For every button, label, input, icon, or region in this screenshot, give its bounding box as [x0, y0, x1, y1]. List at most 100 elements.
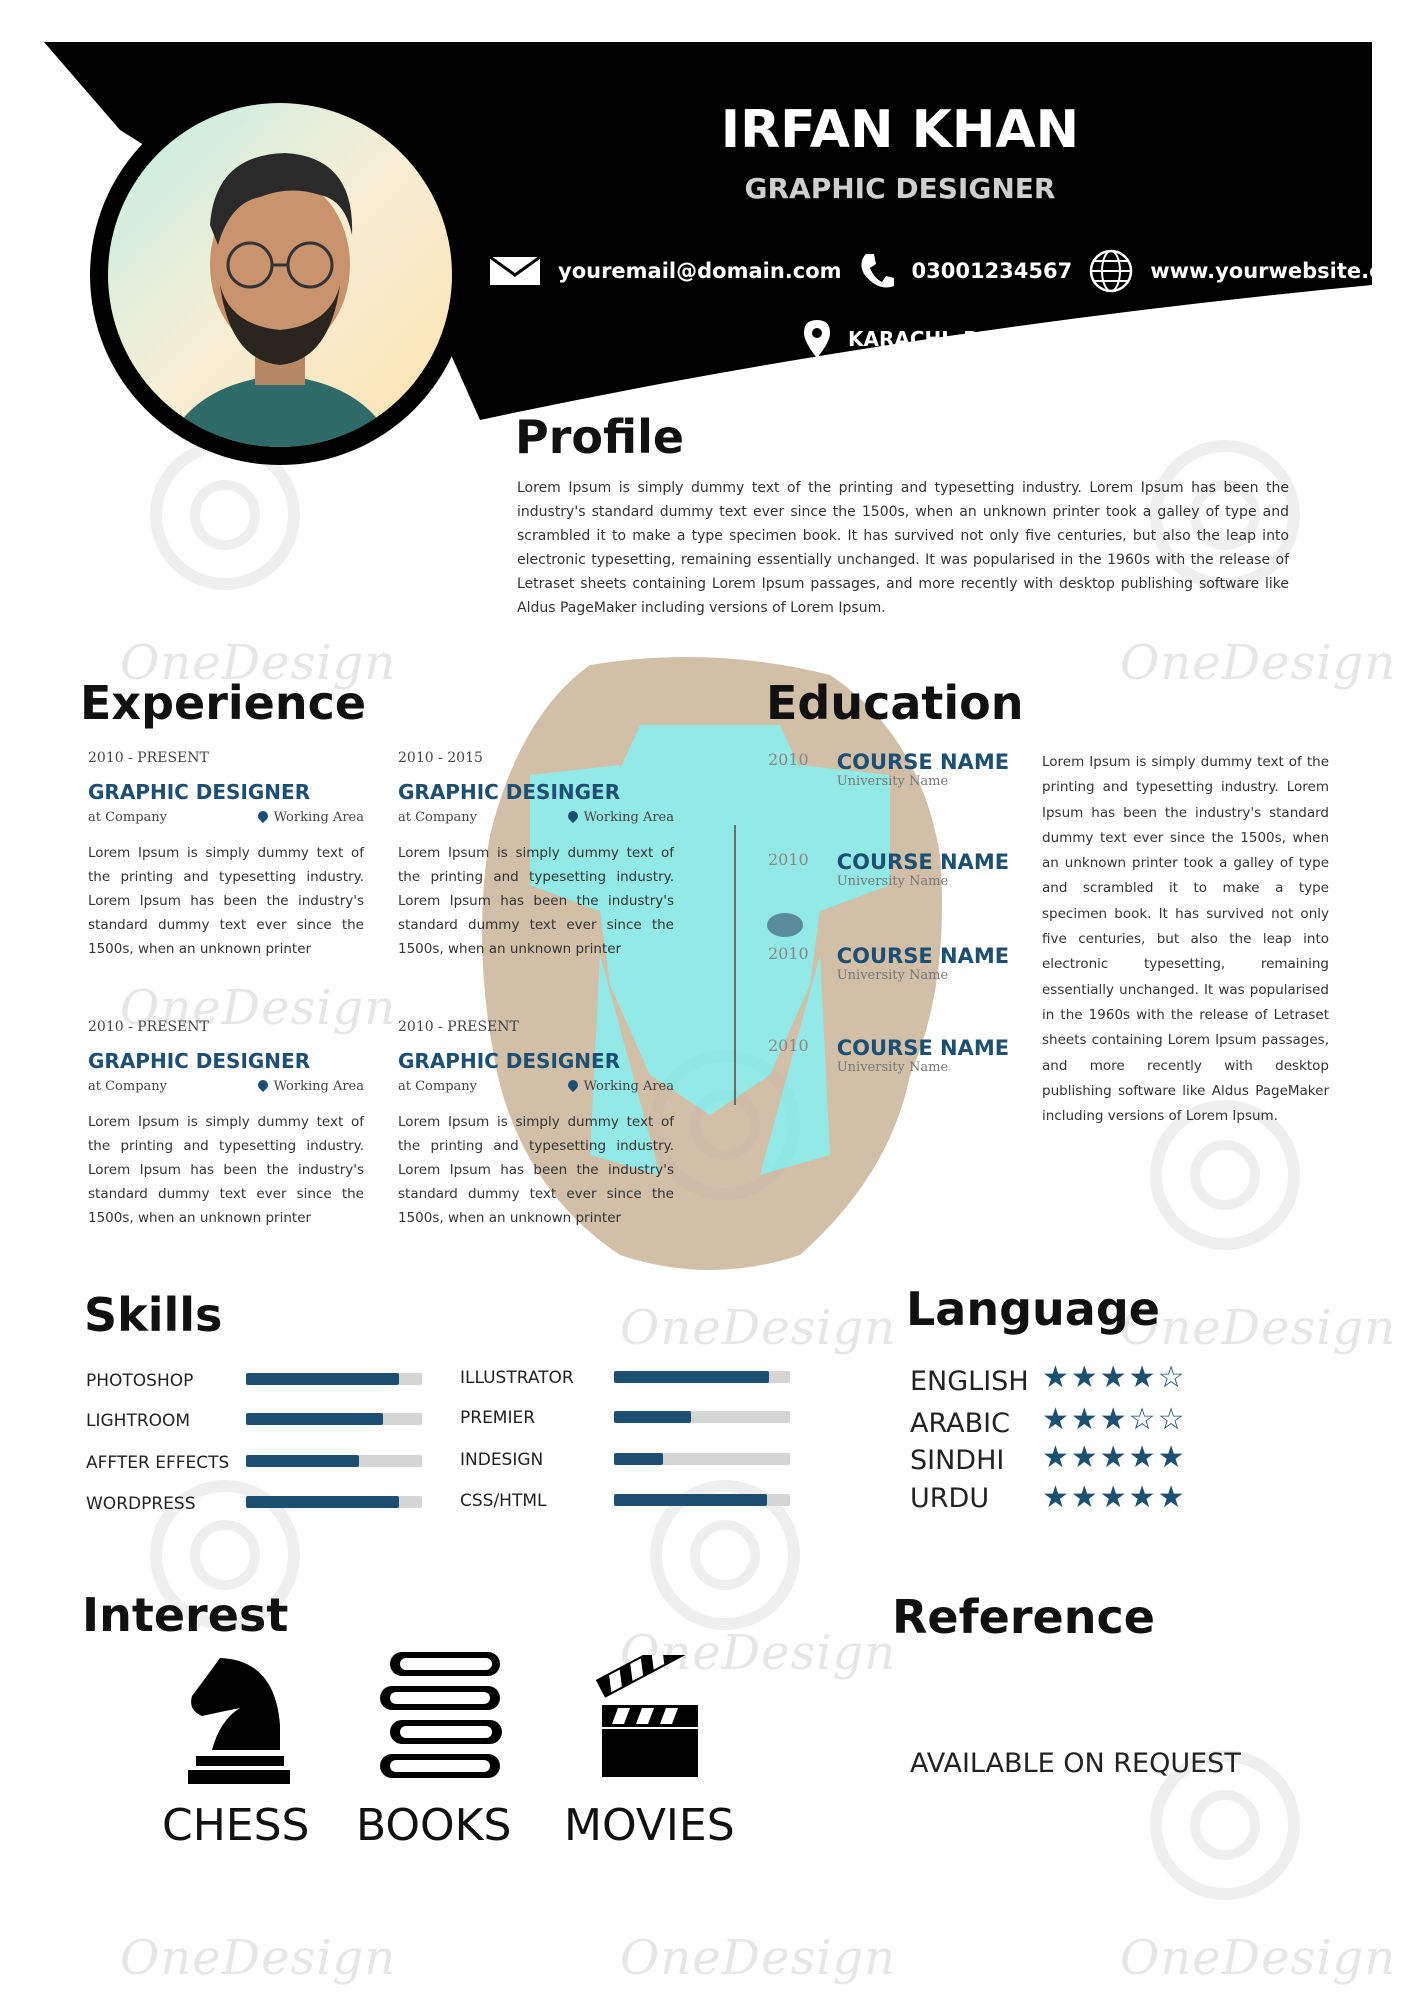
- website-text[interactable]: www.yourwebsite.com: [1150, 259, 1414, 283]
- job-meta: at Company Working Area: [398, 808, 674, 825]
- education-course: COURSE NAME: [836, 944, 1010, 968]
- watermark-text: OneDesign: [620, 1930, 897, 1986]
- education-year: 2010: [768, 850, 809, 869]
- job-company: at Company: [88, 810, 167, 825]
- skill-bar: [246, 1373, 422, 1385]
- job-area-text: Working Area: [273, 810, 364, 825]
- language-heading: Language: [906, 1282, 1160, 1336]
- education-item: 2010 COURSE NAME University Name: [768, 1036, 1009, 1075]
- job-title: GRAPHIC DESIGNER: [88, 1049, 311, 1073]
- skill-bar-fill: [614, 1371, 769, 1383]
- skill-bar-fill: [614, 1453, 664, 1465]
- interest-label: BOOKS: [356, 1800, 512, 1851]
- globe-icon: [1090, 249, 1133, 293]
- job-description: Lorem Ipsum is simply dummy text of the …: [88, 845, 364, 957]
- job-meta: at Company Working Area: [88, 808, 364, 825]
- skill-bar: [246, 1455, 422, 1467]
- job-area-text: Working Area: [583, 810, 674, 825]
- profile-heading: Profile: [515, 410, 685, 464]
- education-year: 2010: [768, 750, 809, 769]
- experience-item: 2010 - PRESENT GRAPHIC DESIGNER at Compa…: [88, 750, 364, 961]
- education-university: University Name: [836, 968, 949, 983]
- job-company: at Company: [88, 1079, 167, 1094]
- location-pin-icon: [565, 808, 580, 824]
- language-label: URDU: [910, 1483, 990, 1514]
- language-rating-stars: ★★★★★: [1042, 1480, 1187, 1515]
- skill-bar-fill: [614, 1411, 692, 1423]
- language-rating-stars: ★★★☆☆: [1042, 1402, 1187, 1437]
- job-area-text: Working Area: [273, 1079, 364, 1094]
- skill-label: WORDPRESS: [86, 1494, 196, 1514]
- phone-text[interactable]: 03001234567: [912, 259, 1073, 283]
- education-university: University Name: [836, 1060, 949, 1075]
- skill-label: PREMIER: [460, 1408, 536, 1428]
- job-date: 2010 - PRESENT: [88, 1019, 209, 1035]
- skill-bar: [614, 1371, 790, 1383]
- avatar: [90, 85, 470, 465]
- language-label: SINDHI: [910, 1445, 1005, 1476]
- education-item: 2010 COURSE NAME University Name: [768, 850, 1009, 889]
- job-description: Lorem Ipsum is simply dummy text of the …: [398, 1114, 674, 1226]
- books-icon: [380, 1652, 502, 1778]
- job-title: GRAPHIC DESINGER: [398, 780, 621, 804]
- location-pin-icon: [565, 1077, 580, 1093]
- location-pin-icon: [255, 808, 270, 824]
- profile-text: Lorem Ipsum is simply dummy text of the …: [517, 480, 1289, 616]
- job-company: at Company: [398, 810, 477, 825]
- education-item: 2010 COURSE NAME University Name: [768, 944, 1009, 983]
- skill-bar: [614, 1453, 790, 1465]
- reference-text: AVAILABLE ON REQUEST: [910, 1748, 1241, 1779]
- experience-item: 2010 - 2015 GRAPHIC DESINGER at Company …: [398, 750, 674, 961]
- education-text: Lorem Ipsum is simply dummy text of the …: [1042, 754, 1329, 1125]
- watermark-text: OneDesign: [1120, 1300, 1397, 1356]
- language-rating-stars: ★★★★★: [1042, 1440, 1187, 1475]
- email-text[interactable]: youremail@domain.com: [558, 259, 842, 283]
- job-area: Working Area: [565, 808, 674, 825]
- skill-bar-fill: [614, 1494, 768, 1506]
- interest-label: CHESS: [162, 1800, 310, 1851]
- interest-heading: Interest: [82, 1588, 289, 1642]
- job-meta: at Company Working Area: [88, 1077, 364, 1094]
- watermark-text: OneDesign: [120, 1930, 397, 1986]
- education-course: COURSE NAME: [836, 850, 1010, 874]
- candidate-name: IRFAN KHAN: [720, 100, 1080, 160]
- job-description: Lorem Ipsum is simply dummy text of the …: [398, 845, 674, 957]
- skill-bar: [614, 1494, 790, 1506]
- location-text: KARACHI, PAKISTAN: [848, 327, 1074, 351]
- experience-item: 2010 - PRESENT GRAPHIC DESIGNER at Compa…: [398, 1019, 674, 1230]
- education-university: University Name: [836, 774, 949, 789]
- experience-heading: Experience: [80, 676, 367, 730]
- candidate-role: GRAPHIC DESIGNER: [744, 172, 1056, 205]
- watermark-text: OneDesign: [620, 1300, 897, 1356]
- interest-label: MOVIES: [564, 1800, 735, 1851]
- skill-label: AFFTER EFFECTS: [86, 1453, 230, 1473]
- job-company: at Company: [398, 1079, 477, 1094]
- skill-bar-fill: [246, 1496, 400, 1508]
- watermark-text: OneDesign: [1120, 635, 1397, 691]
- skills-heading: Skills: [84, 1288, 223, 1342]
- education-year: 2010: [768, 944, 809, 963]
- experience-item: 2010 - PRESENT GRAPHIC DESIGNER at Compa…: [88, 1019, 364, 1230]
- location-row: KARACHI, PAKISTAN: [804, 320, 1073, 358]
- job-title: GRAPHIC DESIGNER: [88, 780, 311, 804]
- envelope-icon: [489, 255, 541, 285]
- job-area-text: Working Area: [583, 1079, 674, 1094]
- education-year: 2010: [768, 1036, 809, 1055]
- education-course: COURSE NAME: [836, 1036, 1010, 1060]
- skill-label: INDESIGN: [460, 1450, 544, 1470]
- job-date: 2010 - PRESENT: [398, 1019, 519, 1035]
- education-heading: Education: [766, 676, 1024, 730]
- skill-label: PHOTOSHOP: [86, 1371, 194, 1391]
- job-area: Working Area: [255, 1077, 364, 1094]
- job-date: 2010 - 2015: [398, 750, 483, 766]
- language-label: ENGLISH: [910, 1366, 1029, 1397]
- job-area: Working Area: [565, 1077, 674, 1094]
- education-university: University Name: [836, 874, 949, 889]
- location-pin-icon: [255, 1077, 270, 1093]
- location-pin-icon: [804, 320, 830, 358]
- job-meta: at Company Working Area: [398, 1077, 674, 1094]
- education-item: 2010 COURSE NAME University Name: [768, 750, 1009, 789]
- watermark-text: OneDesign: [1120, 1930, 1397, 1986]
- language-rating-stars: ★★★★☆: [1042, 1360, 1187, 1395]
- skill-bar: [246, 1496, 422, 1508]
